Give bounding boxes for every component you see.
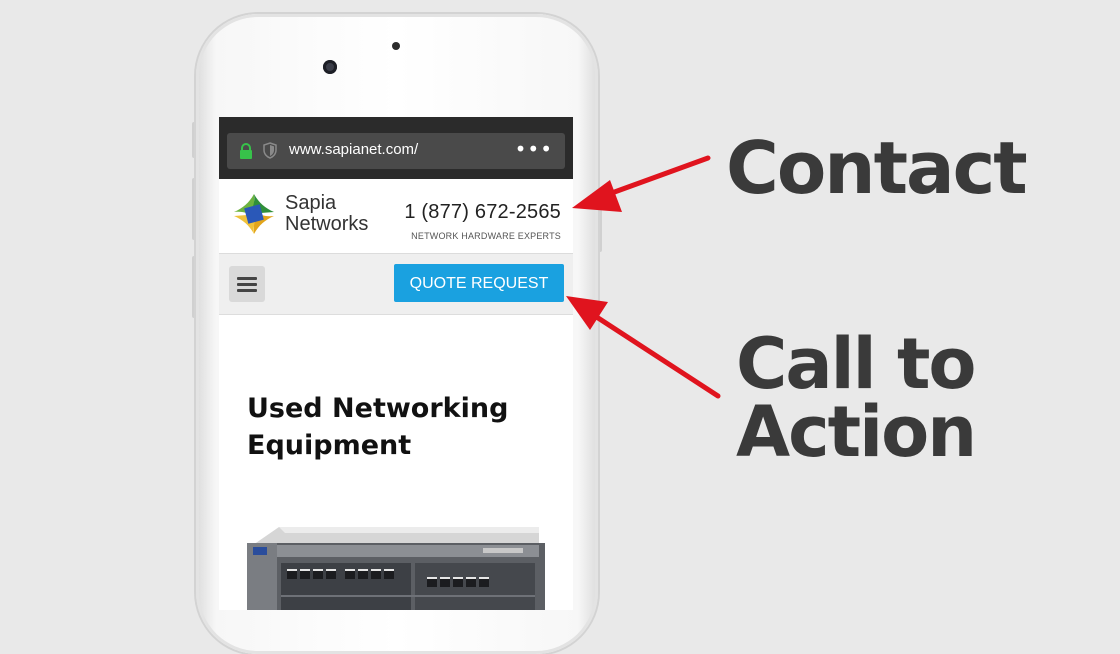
network-chassis-image (247, 527, 545, 610)
annotation-cta-line2: Action (736, 391, 977, 473)
url-text[interactable]: www.sapianet.com/ (289, 141, 418, 158)
hamburger-menu-icon[interactable] (229, 266, 265, 302)
logo-line2: Networks (285, 213, 369, 235)
sapia-logo-icon[interactable] (231, 191, 277, 237)
annotation-cta-line1: Call to (736, 323, 977, 405)
tagline: NETWORK HARDWARE EXPERTS (411, 231, 561, 241)
hero-title: Used Networking Equipment (247, 390, 547, 464)
site-header: Sapia Networks 1 (877) 672-2565 NETWORK … (219, 179, 573, 254)
phone-number-link[interactable]: 1 (877) 672-2565 (404, 201, 561, 224)
speaker (392, 42, 400, 50)
more-dots-icon[interactable]: ••• (515, 139, 553, 159)
front-camera (323, 60, 337, 74)
annotation-call-to-action: Call to Action (736, 323, 977, 473)
address-bar[interactable]: www.sapianet.com/ ••• (227, 133, 565, 169)
hero-title-line2: Equipment (247, 430, 412, 461)
shield-icon[interactable] (263, 142, 277, 159)
nav-bar: QUOTE REQUEST (219, 254, 573, 315)
annotation-contact: Contact (726, 126, 1028, 210)
phone-screen: www.sapianet.com/ ••• Sapia Networks 1 (… (219, 117, 573, 610)
logo-text[interactable]: Sapia Networks (285, 193, 368, 235)
logo-line1: Sapia (285, 192, 337, 214)
lock-icon (240, 143, 252, 159)
hero-title-line1: Used Networking (247, 393, 509, 424)
quote-request-button[interactable]: QUOTE REQUEST (394, 264, 564, 302)
browser-chrome: www.sapianet.com/ ••• (219, 117, 573, 179)
